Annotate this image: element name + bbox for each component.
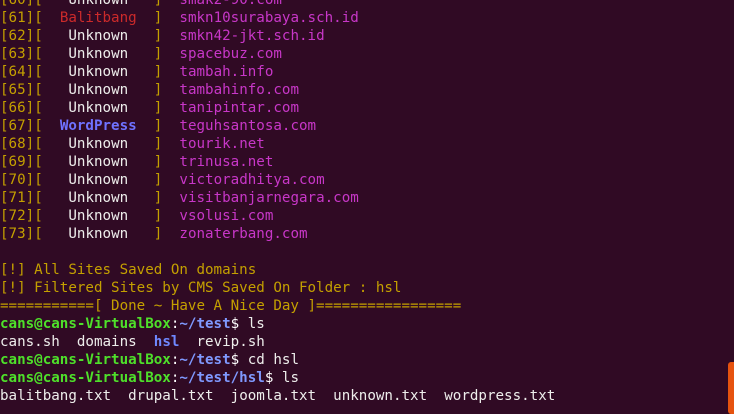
ls-entry: drupal.txt xyxy=(128,388,214,404)
cms-label: Unknown xyxy=(68,136,129,152)
cms-label: Unknown xyxy=(68,64,129,80)
site-index: [65] xyxy=(0,82,35,98)
scrollbar[interactable] xyxy=(726,0,734,414)
site-row: [65][ Unknown ] tambahinfo.com xyxy=(0,82,300,98)
site-row: [68][ Unknown ] tourik.net xyxy=(0,136,265,152)
ls-entry: domains xyxy=(76,334,137,350)
cms-label: Unknown xyxy=(68,172,129,188)
cms-label: Unknown xyxy=(68,82,129,98)
site-index: [62] xyxy=(0,28,35,44)
cms-label: Unknown xyxy=(68,46,129,62)
site-row: [70][ Unknown ] victoradhitya.com xyxy=(0,172,325,188)
site-domain: tambah.info xyxy=(179,64,274,80)
site-domain: vsolusi.com xyxy=(179,208,274,224)
prompt-path: ~/test xyxy=(179,316,231,332)
prompt-line-2: cans@cans-VirtualBox:~/test$ cd hsl xyxy=(0,352,299,368)
cms-label: WordPress xyxy=(59,118,137,134)
ls-output-test: cans.sh domains hsl revip.sh xyxy=(0,333,726,351)
site-row: [72][ Unknown ] vsolusi.com xyxy=(0,208,274,224)
site-index: [66] xyxy=(0,100,35,116)
prompt-user-host: cans@cans-VirtualBox xyxy=(0,352,171,368)
command-text: ls xyxy=(281,370,299,386)
site-domain: teguhsantosa.com xyxy=(179,118,317,134)
site-domain: visitbanjarnegara.com xyxy=(179,190,359,206)
saved-folder-prefix: [!] Filtered Sites by CMS Saved On Folde… xyxy=(0,280,376,296)
saved-folder-message: [!] Filtered Sites by CMS Saved On Folde… xyxy=(0,279,726,297)
site-index: [73] xyxy=(0,226,35,242)
site-row: [66][ Unknown ] tanipintar.com xyxy=(0,100,300,116)
site-index: [71] xyxy=(0,190,35,206)
site-row: [63][ Unknown ] spacebuz.com xyxy=(0,46,282,62)
site-row: [61][ Balitbang ] smkn10surabaya.sch.id xyxy=(0,10,359,26)
site-domain: zonaterbang.com xyxy=(179,226,308,242)
site-row: [69][ Unknown ] trinusa.net xyxy=(0,154,274,170)
ls-entry: balitbang.txt xyxy=(0,388,112,404)
site-domain: spacebuz.com xyxy=(179,46,282,62)
site-domain: tambahinfo.com xyxy=(179,82,300,98)
cms-label: Unknown xyxy=(68,190,129,206)
terminal-window[interactable]: [60][ Unknown ] smak2-90.com [61][ Balitb… xyxy=(0,0,734,414)
site-row: [60][ Unknown ] smak2-90.com xyxy=(0,0,726,9)
cms-label: Unknown xyxy=(68,0,129,8)
site-domain: smkn10surabaya.sch.id xyxy=(179,10,359,26)
site-index: [61] xyxy=(0,10,35,26)
site-index: [60] xyxy=(0,0,35,8)
site-row: [67][ WordPress ] teguhsantosa.com xyxy=(0,118,317,134)
site-index: [70] xyxy=(0,172,35,188)
saved-domains-message: [!] All Sites Saved On domains xyxy=(0,262,257,278)
site-domain: victoradhitya.com xyxy=(179,172,325,188)
saved-folder-name: hsl xyxy=(375,280,402,296)
site-index: [63] xyxy=(0,46,35,62)
cms-label: Unknown xyxy=(68,154,129,170)
done-banner: ===========[ Done ~ Have A Nice Day ]===… xyxy=(0,298,462,314)
prompt-path: ~/test/hsl xyxy=(179,370,265,386)
terminal-output: [60][ Unknown ] smak2-90.com [61][ Balitb… xyxy=(0,0,726,405)
ls-entry-directory: hsl xyxy=(153,334,180,350)
site-index: [67] xyxy=(0,118,35,134)
site-row: [64][ Unknown ] tambah.info xyxy=(0,64,274,80)
prompt-path: ~/test xyxy=(179,352,231,368)
site-index: [68] xyxy=(0,136,35,152)
cms-label: Unknown xyxy=(68,28,129,44)
site-index: [72] xyxy=(0,208,35,224)
site-row: [71][ Unknown ] visitbanjarnegara.com xyxy=(0,190,359,206)
site-row: [62][ Unknown ] smkn42-jkt.sch.id xyxy=(0,28,325,44)
site-row: [73][ Unknown ] zonaterbang.com xyxy=(0,226,308,242)
site-domain: smak2-90.com xyxy=(179,0,282,8)
ls-output-hsl: balitbang.txt drupal.txt joomla.txt unkn… xyxy=(0,387,726,405)
scrollbar-thumb[interactable] xyxy=(728,362,734,414)
cms-label: Unknown xyxy=(68,100,129,116)
ls-entry: wordpress.txt xyxy=(444,388,556,404)
ls-entry: cans.sh xyxy=(0,334,60,350)
command-text: ls xyxy=(247,316,265,332)
cms-label: Balitbang xyxy=(59,10,137,26)
prompt-user-host: cans@cans-VirtualBox xyxy=(0,316,171,332)
site-index: [64] xyxy=(0,64,35,80)
ls-entry: revip.sh xyxy=(196,334,265,350)
site-index: [69] xyxy=(0,154,35,170)
prompt-line-1: cans@cans-VirtualBox:~/test$ ls xyxy=(0,316,265,332)
cms-label: Unknown xyxy=(68,226,129,242)
prompt-user-host: cans@cans-VirtualBox xyxy=(0,370,171,386)
prompt-line-3: cans@cans-VirtualBox:~/test/hsl$ ls xyxy=(0,370,299,386)
site-domain: smkn42-jkt.sch.id xyxy=(179,28,325,44)
site-domain: tanipintar.com xyxy=(179,100,300,116)
site-domain: trinusa.net xyxy=(179,154,274,170)
ls-entry: joomla.txt xyxy=(230,388,317,404)
cms-label: Unknown xyxy=(68,208,129,224)
site-list: [60][ Unknown ] smak2-90.com [61][ Balitb… xyxy=(0,0,726,243)
ls-entry: unknown.txt xyxy=(333,388,428,404)
site-domain: tourik.net xyxy=(179,136,265,152)
command-text: cd hsl xyxy=(247,352,299,368)
